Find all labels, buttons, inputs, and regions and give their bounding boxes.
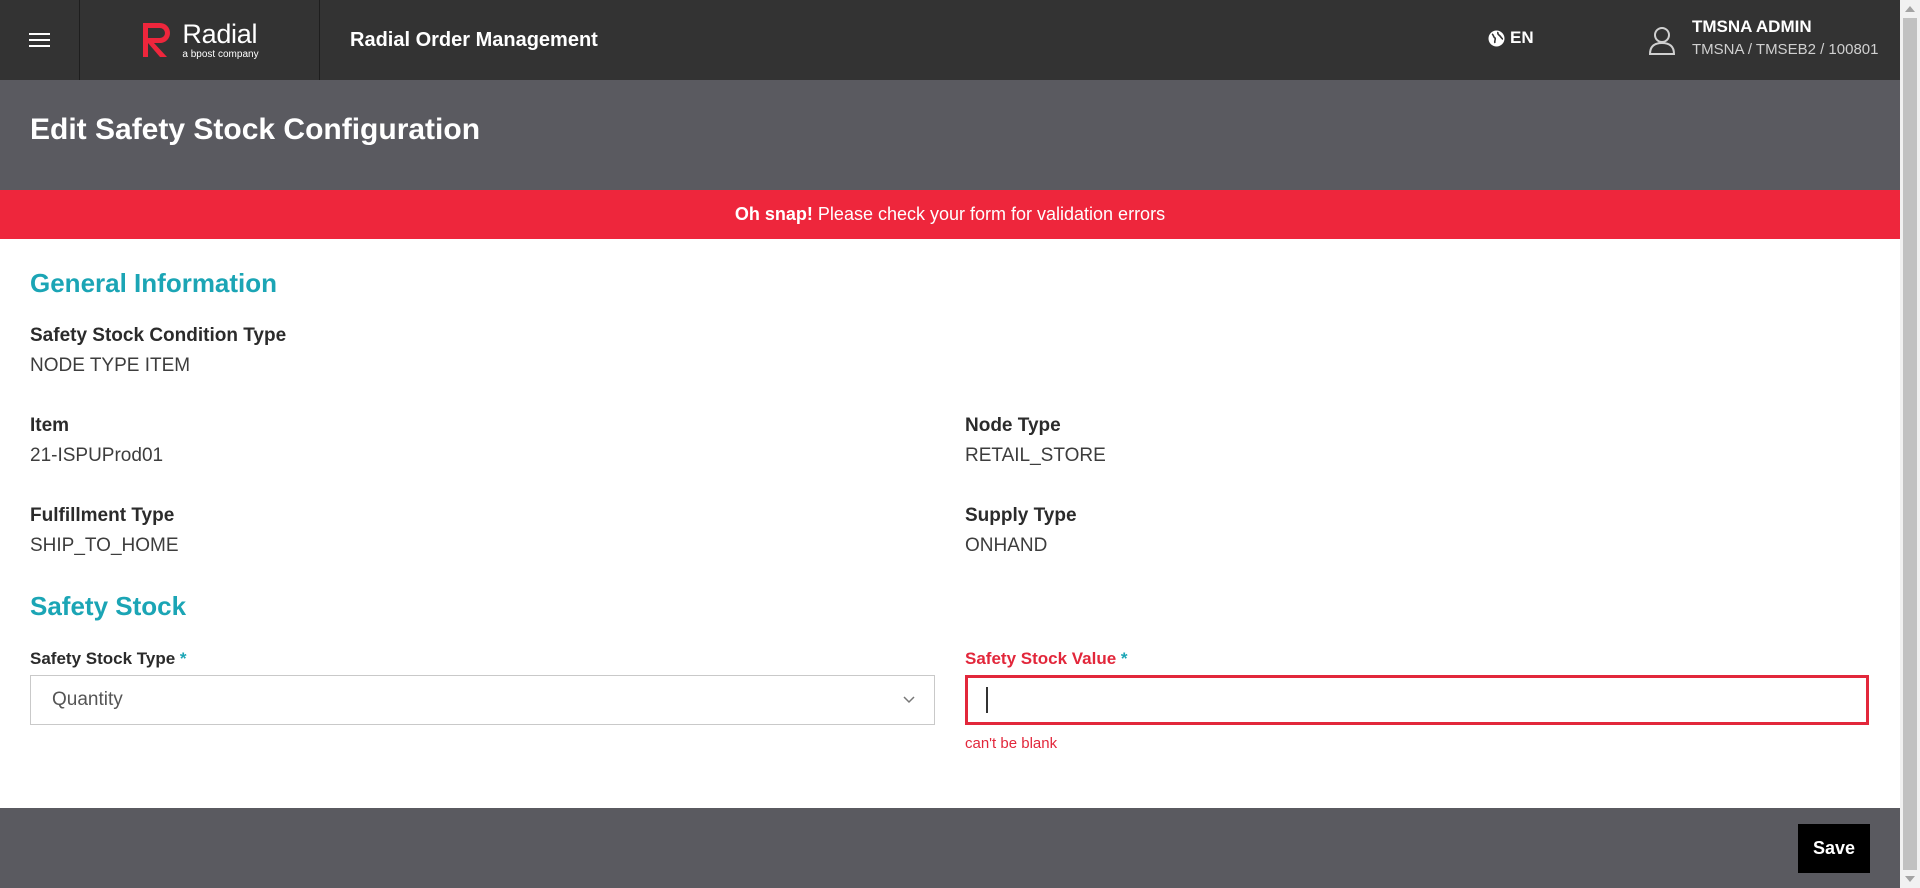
top-navigation-bar: Radial a bpost company Radial Order Mana…: [0, 0, 1900, 80]
scroll-down-arrow-icon[interactable]: [1905, 876, 1915, 882]
page-header: Edit Safety Stock Configuration: [0, 80, 1900, 190]
chevron-down-icon: [903, 696, 915, 704]
scroll-up-arrow-icon[interactable]: [1905, 6, 1915, 12]
hamburger-menu-button[interactable]: [0, 0, 80, 80]
form-footer: [0, 808, 1900, 888]
supply-type-label: Supply Type: [965, 505, 1077, 526]
safety-stock-value-input[interactable]: [965, 675, 1869, 725]
user-name: TMSNA ADMIN: [1692, 17, 1812, 36]
app-title: Radial Order Management: [350, 29, 598, 51]
safety-stock-value-label: Safety Stock Value *: [965, 649, 1128, 669]
safety-stock-type-select[interactable]: Quantity: [30, 675, 935, 725]
validation-error-alert: Oh snap! Please check your form for vali…: [0, 190, 1900, 239]
general-information-heading: General Information: [30, 268, 278, 298]
item-label: Item: [30, 415, 70, 436]
hamburger-menu-icon: [29, 29, 50, 51]
condition-type-value: NODE TYPE ITEM: [30, 355, 191, 376]
required-asterisk: *: [179, 649, 187, 668]
node-type-value: RETAIL_STORE: [965, 445, 1106, 466]
safety-stock-type-label-text: Safety Stock Type: [30, 649, 176, 668]
radial-logo[interactable]: Radial a bpost company: [140, 18, 259, 60]
condition-type-label: Safety Stock Condition Type: [30, 325, 287, 346]
language-selector[interactable]: EN: [1488, 28, 1534, 48]
language-code: EN: [1510, 28, 1534, 47]
alert-strong-text: Oh snap!: [734, 204, 813, 224]
user-menu[interactable]: TMSNA ADMIN TMSNA / TMSEB2 / 100801: [1648, 16, 1878, 62]
logo-tagline: a bpost company: [182, 48, 259, 60]
item-value: 21-ISPUProd01: [30, 445, 164, 466]
save-button[interactable]: Save: [1798, 824, 1870, 873]
logo-name: Radial: [182, 18, 258, 49]
safety-stock-type-label: Safety Stock Type *: [30, 649, 187, 669]
alert-message: Please check your form for validation er…: [817, 204, 1166, 224]
safety-stock-value-label-text: Safety Stock Value: [965, 649, 1117, 668]
user-organization: TMSNA / TMSEB2 / 100801: [1692, 41, 1879, 58]
fulfillment-type-value: SHIP_TO_HOME: [30, 535, 179, 556]
safety-stock-type-selected: Quantity: [52, 689, 123, 710]
safety-stock-heading: Safety Stock: [30, 591, 187, 621]
page-title: Edit Safety Stock Configuration: [30, 113, 481, 146]
required-asterisk: *: [1120, 649, 1128, 668]
safety-stock-value-error: can't be blank: [965, 735, 1058, 752]
page-scrollbar[interactable]: [1900, 0, 1920, 888]
globe-icon: [1488, 30, 1505, 46]
node-type-label: Node Type: [965, 415, 1061, 436]
user-icon: [1648, 27, 1676, 55]
text-cursor: [986, 687, 988, 713]
supply-type-value: ONHAND: [965, 535, 1048, 556]
fulfillment-type-label: Fulfillment Type: [30, 505, 175, 526]
radial-logo-icon: [143, 23, 171, 57]
logo-container[interactable]: Radial a bpost company: [80, 0, 320, 80]
scrollbar-thumb[interactable]: [1903, 18, 1917, 870]
